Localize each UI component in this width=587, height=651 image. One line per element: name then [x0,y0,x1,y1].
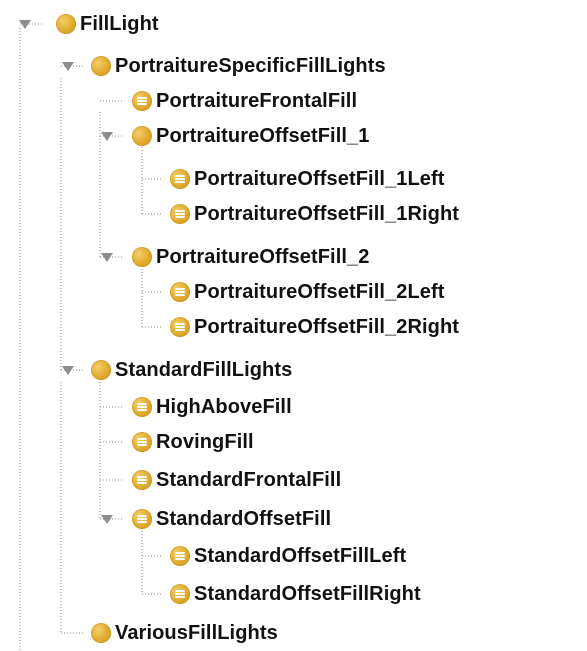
tree-node-portraiture-offset-fill-2-right[interactable]: PortraitureOffsetFill_2Right [170,310,459,344]
expanded-triangle-icon [101,253,113,262]
expanded-triangle-icon [19,20,31,29]
toggle-portraiture-specific-fill-lights[interactable] [58,56,78,76]
tree-node-label: StandardOffsetFillLeft [194,545,407,567]
class-circle-icon [132,126,152,146]
toggle-standard-offset-fill[interactable] [97,509,117,529]
class-circle-icon [91,56,111,76]
toggle-portraiture-offset-fill-2[interactable] [97,247,117,267]
tree-node-portraiture-frontal-fill[interactable]: PortraitureFrontalFill [132,84,357,118]
tree-node-label: PortraitureFrontalFill [156,90,358,112]
class-circle-icon [91,623,111,643]
tree-node-standard-offset-fill[interactable]: StandardOffsetFill [132,502,331,536]
individual-icon [132,432,152,452]
toggle-standard-fill-lights[interactable] [58,360,78,380]
tree-node-label: PortraitureOffsetFill_1Left [194,168,445,190]
individual-icon [170,282,190,302]
individual-icon [170,317,190,337]
tree-node-standard-frontal-fill[interactable]: StandardFrontalFill [132,463,341,497]
individual-icon [132,397,152,417]
toggle-portraiture-offset-fill-1[interactable] [97,126,117,146]
tree-node-fill-light[interactable]: FillLight [56,7,159,41]
individual-icon [132,91,152,111]
individual-icon [170,584,190,604]
tree-node-label: PortraitureOffsetFill_2 [156,246,370,268]
tree-node-label: PortraitureSpecificFillLights [115,55,386,77]
tree-node-label: PortraitureOffsetFill_1 [156,125,370,147]
tree-node-various-fill-lights[interactable]: VariousFillLights [91,616,278,650]
tree-node-portraiture-offset-fill-1[interactable]: PortraitureOffsetFill_1 [132,119,369,153]
tree-node-label: VariousFillLights [115,622,278,644]
class-circle-icon [91,360,111,380]
tree-node-portraiture-specific-fill-lights[interactable]: PortraitureSpecificFillLights [91,49,386,83]
class-circle-icon [56,14,76,34]
tree-node-label: PortraitureOffsetFill_1Right [194,203,460,225]
expanded-triangle-icon [62,366,74,375]
individual-icon [170,169,190,189]
tree-node-portraiture-offset-fill-1-left[interactable]: PortraitureOffsetFill_1Left [170,162,445,196]
expanded-triangle-icon [62,62,74,71]
individual-icon [170,204,190,224]
class-circle-icon [132,247,152,267]
expanded-triangle-icon [101,515,113,524]
individual-icon [132,470,152,490]
expanded-triangle-icon [101,132,113,141]
tree-node-label: StandardFrontalFill [156,469,342,491]
tree-node-label: RovingFill [156,431,254,453]
tree-node-portraiture-offset-fill-2-left[interactable]: PortraitureOffsetFill_2Left [170,275,445,309]
tree-node-standard-offset-fill-left[interactable]: StandardOffsetFillLeft [170,539,406,573]
individual-icon [132,509,152,529]
tree-node-roving-fill[interactable]: RovingFill [132,425,254,459]
tree-node-label: StandardFillLights [115,359,293,381]
tree-node-standard-fill-lights[interactable]: StandardFillLights [91,353,292,387]
individual-icon [170,546,190,566]
tree-node-label: StandardOffsetFill [156,508,332,530]
toggle-fill-light[interactable] [15,14,35,34]
tree-node-portraiture-offset-fill-1-right[interactable]: PortraitureOffsetFill_1Right [170,197,459,231]
hierarchy-tree: FillLight PortraitureSpecificFillLights Po… [0,0,587,651]
tree-node-standard-offset-fill-right[interactable]: StandardOffsetFillRight [170,577,421,611]
tree-node-label: FillLight [80,13,159,35]
tree-node-label: StandardOffsetFillRight [194,583,421,605]
tree-node-label: HighAboveFill [156,396,292,418]
tree-node-label: PortraitureOffsetFill_2Left [194,281,445,303]
tree-node-high-above-fill[interactable]: HighAboveFill [132,390,292,424]
tree-node-portraiture-offset-fill-2[interactable]: PortraitureOffsetFill_2 [132,240,369,274]
tree-node-label: PortraitureOffsetFill_2Right [194,316,460,338]
